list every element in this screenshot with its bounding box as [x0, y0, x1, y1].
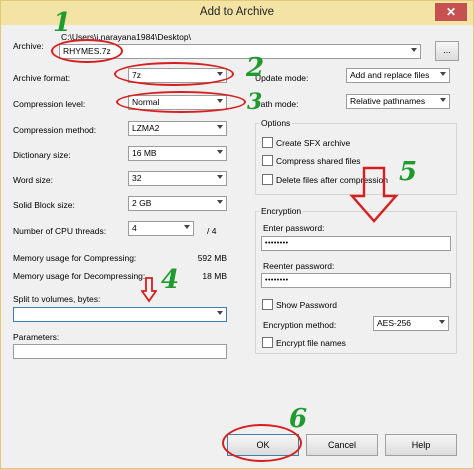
cancel-button[interactable]: Cancel [306, 434, 378, 456]
reenter-password-label: Reenter password: [263, 261, 335, 271]
cpu-threads-label: Number of CPU threads: [13, 226, 107, 236]
show-password-checkbox[interactable] [262, 299, 273, 310]
step-number-5: 5 [399, 157, 418, 187]
solid-block-size-label: Solid Block size: [13, 200, 75, 210]
encryption-method-value: AES-256 [377, 318, 412, 328]
add-to-archive-dialog: Add to Archive ✕ Archive: C:\Users\j.nar… [0, 0, 474, 469]
encryption-group-title: Encryption [259, 206, 304, 216]
options-group-title: Options [259, 118, 293, 128]
chevron-down-icon [217, 200, 223, 204]
help-button[interactable]: Help [385, 434, 457, 456]
dictionary-size-value: 16 MB [132, 148, 157, 158]
dialog-title: Add to Archive [199, 6, 275, 18]
chevron-down-icon [440, 98, 446, 102]
step-number-3: 3 [247, 89, 263, 115]
chevron-down-icon [217, 175, 223, 179]
chevron-down-icon [411, 48, 417, 52]
browse-button[interactable]: ... [435, 41, 459, 61]
step-number-2: 2 [246, 53, 265, 83]
path-mode-value: Relative pathnames [350, 96, 426, 106]
archive-label: Archive: [13, 41, 44, 51]
dictionary-size-select[interactable]: 16 MB [128, 146, 227, 161]
memory-decompress-label: Memory usage for Decompressing: [13, 271, 146, 281]
compress-shared-checkbox[interactable] [262, 155, 273, 166]
step-number-1: 1 [53, 8, 72, 38]
encrypt-names-checkbox[interactable] [262, 337, 273, 348]
memory-compress-value: 592 MB [197, 253, 227, 263]
annotation-arrow-encryption-icon [349, 166, 399, 223]
create-sfx-label: Create SFX archive [276, 138, 351, 148]
archive-format-label: Archive format: [13, 73, 71, 83]
dictionary-size-label: Dictionary size: [13, 150, 71, 160]
chevron-down-icon [217, 150, 223, 154]
encrypt-names-label: Encrypt file names [276, 338, 346, 348]
word-size-select[interactable]: 32 [128, 171, 227, 186]
split-volumes-label: Split to volumes, bytes: [13, 294, 101, 304]
delete-after-checkbox[interactable] [262, 174, 273, 185]
encryption-method-select[interactable]: AES-256 [373, 316, 449, 331]
reenter-password-input[interactable]: •••••••• [261, 273, 451, 288]
close-button[interactable]: ✕ [435, 3, 467, 21]
update-mode-value: Add and replace files [350, 70, 430, 80]
title-bar: Add to Archive ✕ [1, 1, 473, 25]
compression-method-label: Compression method: [13, 125, 97, 135]
chevron-down-icon [439, 320, 445, 324]
step-number-4: 4 [161, 265, 180, 295]
solid-block-size-value: 2 GB [132, 198, 152, 208]
compress-shared-label: Compress shared files [276, 156, 361, 166]
cpu-threads-max: / 4 [207, 226, 217, 236]
annotation-oval-archive-name [51, 39, 123, 63]
annotation-oval-format [114, 62, 234, 86]
chevron-down-icon [217, 311, 223, 315]
word-size-value: 32 [132, 173, 142, 183]
enter-password-input[interactable]: •••••••• [261, 236, 451, 251]
chevron-down-icon [184, 225, 190, 229]
memory-compress-label: Memory usage for Compressing: [13, 253, 137, 263]
annotation-arrow-split-icon [141, 277, 157, 303]
chevron-down-icon [440, 72, 446, 76]
compression-method-select[interactable]: LZMA2 [128, 121, 227, 136]
enter-password-label: Enter password: [263, 223, 325, 233]
step-number-6: 6 [289, 404, 308, 434]
encryption-method-label: Encryption method: [263, 320, 337, 330]
chevron-down-icon [217, 125, 223, 129]
parameters-input[interactable] [13, 344, 227, 359]
show-password-label: Show Password [276, 300, 337, 310]
word-size-label: Word size: [13, 175, 53, 185]
compression-level-label: Compression level: [13, 99, 86, 109]
split-volumes-combo[interactable] [13, 307, 227, 322]
memory-decompress-value: 18 MB [202, 271, 227, 281]
solid-block-size-select[interactable]: 2 GB [128, 196, 227, 211]
update-mode-select[interactable]: Add and replace files [346, 68, 450, 83]
compression-method-value: LZMA2 [132, 123, 160, 133]
cpu-threads-select[interactable]: 4 [128, 221, 194, 236]
create-sfx-checkbox[interactable] [262, 137, 273, 148]
annotation-oval-level [116, 91, 246, 113]
cpu-threads-value: 4 [132, 223, 137, 233]
path-mode-select[interactable]: Relative pathnames [346, 94, 450, 109]
parameters-label: Parameters: [13, 332, 60, 342]
